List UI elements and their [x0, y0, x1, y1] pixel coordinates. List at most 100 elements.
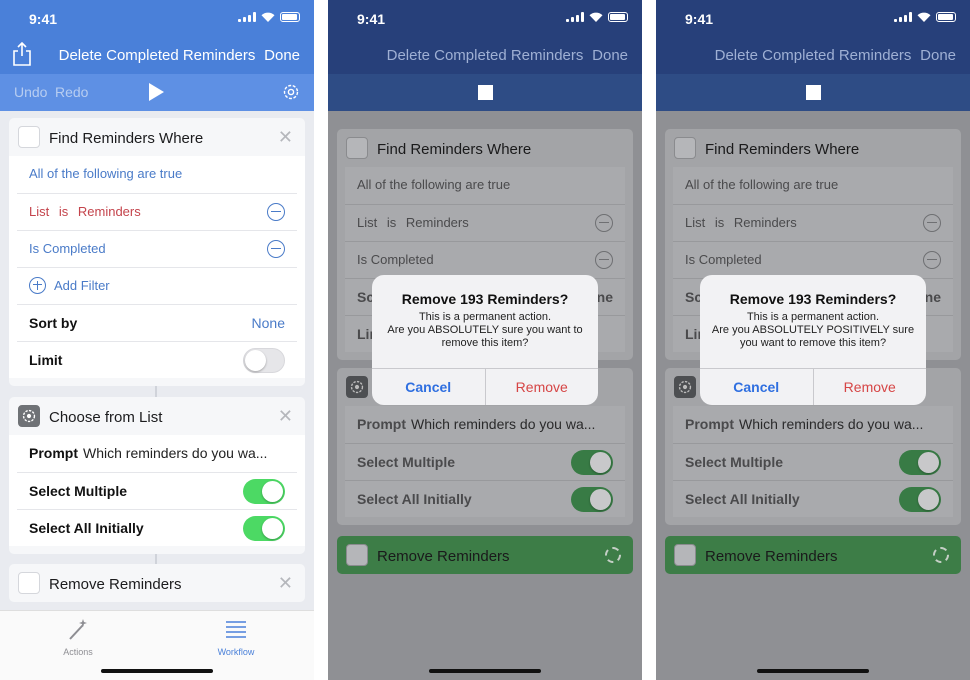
done-button[interactable]: Done — [920, 47, 956, 64]
alert-message: This is a permanent action. Are you ABSO… — [382, 311, 588, 350]
phone-screen-editor: Delete Completed Reminders Done 9:41 Und… — [0, 0, 314, 680]
select-all-label: Select All Initially — [357, 491, 472, 507]
select-multiple-row: Select Multiple — [17, 472, 297, 509]
remove-reminders-action-running: Remove Reminders — [665, 536, 961, 574]
play-icon[interactable] — [149, 83, 164, 101]
filter-row-list[interactable]: List is Reminders — [17, 193, 297, 230]
select-multiple-label: Select Multiple — [357, 454, 456, 470]
remove-reminders-action[interactable]: Remove Reminders ✕ — [9, 564, 305, 602]
confirm-alert: Remove 193 Reminders? This is a permanen… — [372, 275, 598, 405]
wifi-icon — [917, 12, 931, 22]
remove-filter-icon[interactable] — [267, 240, 285, 258]
remove-button[interactable]: Remove — [814, 369, 927, 405]
editor-toolbar — [656, 74, 970, 111]
settings-gear-icon[interactable] — [281, 82, 301, 102]
select-all-label: Select All Initially — [685, 491, 800, 507]
filter-field: Is Completed — [357, 252, 434, 267]
close-icon[interactable]: ✕ — [278, 406, 293, 427]
prompt-input: Which reminders do you wa... — [739, 416, 924, 432]
prompt-label: Prompt — [357, 416, 406, 432]
select-multiple-row: Select Multiple — [345, 443, 625, 480]
sort-by-value-partial: ne — [924, 289, 941, 305]
limit-row: Limit — [17, 341, 297, 378]
remove-filter-icon — [595, 251, 613, 269]
signal-icon — [238, 12, 256, 22]
condition-selector[interactable]: All of the following are true — [17, 156, 297, 193]
sort-by-value-partial: ne — [596, 289, 613, 305]
filter-field: Is Completed — [685, 252, 762, 267]
select-multiple-toggle[interactable] — [243, 479, 285, 504]
action-connector — [155, 385, 157, 397]
reminders-list-icon — [18, 572, 40, 594]
filter-value[interactable]: Reminders — [78, 204, 141, 219]
add-filter-label: Add Filter — [54, 278, 110, 293]
tab-bar: Actions Workflow — [0, 610, 314, 680]
redo-button[interactable]: Redo — [55, 84, 88, 100]
filter-field[interactable]: Is Completed — [29, 241, 106, 256]
prompt-input: Which reminders do you wa... — [411, 416, 596, 432]
alert-title: Remove 193 Reminders? — [401, 291, 569, 307]
choose-from-list-action[interactable]: Choose from List ✕ Prompt Which reminder… — [9, 397, 305, 554]
magic-wand-icon — [69, 619, 87, 640]
gear-icon — [18, 405, 40, 427]
add-filter-button[interactable]: Add Filter — [17, 267, 297, 304]
filter-field[interactable]: List — [29, 204, 49, 219]
done-button[interactable]: Done — [592, 47, 628, 64]
add-icon — [29, 276, 46, 294]
reminders-list-icon — [346, 137, 368, 159]
done-button[interactable]: Done — [264, 47, 300, 64]
filter-operator[interactable]: is — [59, 204, 68, 219]
tab-actions[interactable]: Actions — [38, 617, 118, 657]
sort-by-value[interactable]: None — [252, 305, 285, 341]
select-multiple-row: Select Multiple — [673, 443, 953, 480]
stop-icon[interactable] — [478, 85, 493, 100]
cancel-button[interactable]: Cancel — [700, 369, 814, 405]
select-all-toggle[interactable] — [243, 516, 285, 541]
action-title: Find Reminders Where — [377, 141, 532, 158]
close-icon[interactable]: ✕ — [278, 573, 293, 594]
action-title: Find Reminders Where — [705, 141, 860, 158]
action-title: Remove Reminders — [377, 548, 510, 565]
action-title: Find Reminders Where — [49, 130, 204, 147]
select-all-toggle — [571, 487, 613, 512]
phone-screen-alert: Delete Completed Reminders Done 9:41 Fin… — [328, 0, 642, 680]
list-icon — [226, 621, 246, 638]
remove-button[interactable]: Remove — [486, 369, 599, 405]
filter-field: List — [357, 215, 378, 230]
prompt-row: Prompt Which reminders do you wa... — [345, 406, 625, 443]
select-all-row: Select All Initially — [673, 480, 953, 517]
condition-selector: All of the following are true — [345, 167, 625, 204]
prompt-row[interactable]: Prompt Which reminders do you wa... — [17, 435, 297, 472]
sort-by-row[interactable]: Sort by None — [17, 304, 297, 341]
close-icon[interactable]: ✕ — [278, 127, 293, 148]
filter-operator: is — [714, 215, 725, 230]
limit-toggle[interactable] — [243, 348, 285, 373]
battery-icon — [608, 12, 628, 22]
filter-row-list: List is Reminders — [673, 204, 953, 241]
editor-toolbar — [328, 74, 642, 111]
condition-selector: All of the following are true — [673, 167, 953, 204]
gear-icon — [674, 376, 696, 398]
prompt-input[interactable]: Which reminders do you wa... — [83, 435, 289, 471]
select-multiple-label: Select Multiple — [29, 483, 128, 499]
home-indicator — [757, 669, 869, 673]
cancel-button[interactable]: Cancel — [372, 369, 486, 405]
alert-message-line: remove this item? — [441, 337, 529, 349]
remove-filter-icon[interactable] — [267, 203, 285, 221]
select-multiple-toggle — [571, 450, 613, 475]
remove-filter-icon — [923, 214, 941, 232]
status-bar: 9:41 — [0, 0, 314, 36]
home-indicator — [101, 669, 213, 673]
filter-row-completed[interactable]: Is Completed — [17, 230, 297, 267]
gear-icon — [346, 376, 368, 398]
wifi-icon — [261, 12, 275, 22]
tab-workflow[interactable]: Workflow — [196, 617, 276, 657]
home-indicator — [429, 669, 541, 673]
alert-message-line: Are you ABSOLUTELY sure you want to — [387, 324, 583, 336]
alert-message-line: This is a permanent action. — [418, 311, 552, 323]
find-reminders-action[interactable]: Find Reminders Where ✕ All of the follow… — [9, 118, 305, 386]
tab-workflow-label: Workflow — [217, 647, 255, 657]
stop-icon[interactable] — [806, 85, 821, 100]
action-title: Remove Reminders — [49, 576, 182, 593]
undo-button[interactable]: Undo — [14, 84, 47, 100]
